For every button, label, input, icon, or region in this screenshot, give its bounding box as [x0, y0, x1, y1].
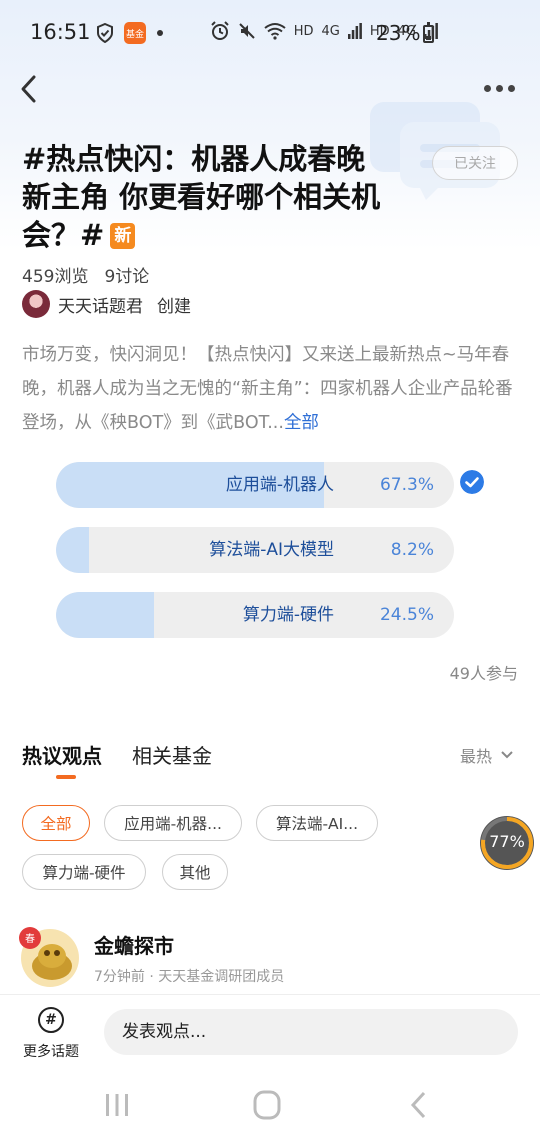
poll-option-percent: 24.5% [379, 605, 434, 625]
dot-icon [157, 30, 163, 36]
tab-hot-opinions[interactable]: 热议观点 [22, 740, 102, 769]
system-navigation-bar [0, 1074, 540, 1140]
status-bar: 16:51 基金 HD 4G HD 4G 23% [0, 0, 540, 68]
description-text: 市场万变，快闪洞见！【热点快闪】又来送上最新热点~马年春晚，机器人成为当之无愧的… [22, 345, 513, 433]
poll-option-percent: 67.3% [379, 475, 434, 495]
selected-check-icon [460, 470, 484, 494]
creator-avatar [22, 290, 50, 318]
poll-option-percent: 8.2% [390, 540, 434, 560]
topic-description: 市场万变，快闪洞见！【热点快闪】又来送上最新热点~马年春晚，机器人成为当之无愧的… [22, 338, 522, 440]
bottom-action-bar: # 更多话题 发表观点... [0, 994, 540, 1074]
battery-percent: 23% [376, 21, 421, 45]
alarm-icon [210, 21, 229, 40]
author-avatar[interactable]: 春 [16, 922, 82, 988]
creator-name: 天天话题君 [58, 296, 143, 317]
poll-participants: 49人参与 [449, 664, 518, 683]
reading-progress-bubble[interactable]: 77% [480, 816, 534, 870]
back-nav-icon[interactable] [402, 1090, 436, 1120]
content-tabs: 热议观点 相关基金 [22, 740, 212, 769]
shield-icon [97, 23, 113, 43]
hashtag-icon: # [38, 1007, 64, 1033]
more-topics-label: 更多话题 [23, 1044, 79, 1060]
creator-row[interactable]: 天天话题君 创建 [22, 290, 191, 318]
tab-related-funds[interactable]: 相关基金 [132, 740, 212, 769]
filter-chip-other[interactable]: 其他 [162, 854, 228, 890]
poll-option-2[interactable]: 算法端-AI大模型 8.2% [56, 527, 454, 573]
discussion-count: 9讨论 [104, 267, 150, 287]
network-hd-label: HD [293, 23, 314, 39]
more-topics-button[interactable]: # 更多话题 [18, 1007, 84, 1061]
expand-all-link[interactable]: 全部 [284, 413, 319, 433]
follow-button[interactable]: 已关注 [432, 146, 518, 180]
sort-dropdown[interactable]: 最热 [460, 743, 514, 767]
fund-app-badge-icon: 基金 [124, 22, 146, 44]
topic-title: #热点快闪：机器人成春晚新主角 你更看好哪个相关机会？# 新 [22, 140, 382, 254]
network-4g-label: 4G [321, 23, 340, 39]
wifi-icon [264, 23, 286, 40]
post-author-name[interactable]: 金蟾探市 [94, 930, 174, 959]
sort-label: 最热 [459, 747, 492, 766]
creator-action: 创建 [157, 296, 191, 317]
topic-stats: 459浏览 9讨论 [22, 262, 149, 287]
mute-icon [238, 23, 255, 39]
view-count: 459浏览 [22, 267, 89, 287]
active-tab-indicator [56, 775, 76, 779]
home-icon[interactable] [250, 1090, 284, 1120]
post-opinion-input[interactable]: 发表观点... [104, 1009, 518, 1055]
filter-chip-application[interactable]: 应用端-机器... [104, 805, 242, 841]
back-arrow-icon[interactable] [14, 72, 44, 106]
chevron-down-icon [501, 751, 513, 759]
status-time: 16:51 [30, 20, 91, 44]
filter-chip-algorithm[interactable]: 算法端-AI... [256, 805, 378, 841]
recent-apps-icon[interactable] [100, 1090, 134, 1120]
filter-chip-all[interactable]: 全部 [22, 805, 90, 841]
filter-chip-computing[interactable]: 算力端-硬件 [22, 854, 146, 890]
new-badge: 新 [110, 223, 136, 249]
post-meta: 7分钟前 · 天天基金调研团成员 [94, 969, 285, 985]
poll-option-1[interactable]: 应用端-机器人 67.3% [56, 462, 454, 508]
poll-option-3[interactable]: 算力端-硬件 24.5% [56, 592, 454, 638]
poll-option-label: 应用端-机器人 [225, 475, 334, 495]
avatar-badge-text: 春 [25, 933, 35, 945]
status-left-icons: 基金 [96, 22, 164, 44]
poll-option-label: 算法端-AI大模型 [209, 540, 334, 560]
more-options-icon[interactable] [484, 78, 518, 98]
signal-icon [347, 23, 362, 39]
progress-percent: 77% [489, 832, 525, 851]
topic-title-text: #热点快闪：机器人成春晚新主角 你更看好哪个相关机会？# [22, 142, 381, 252]
battery-icon [423, 22, 434, 43]
poll-option-label: 算力端-硬件 [242, 605, 334, 625]
